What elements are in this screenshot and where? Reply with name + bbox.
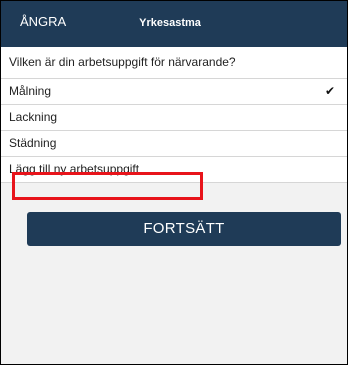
page-title: Yrkesastma (139, 17, 201, 29)
list-item-label: Lackning (9, 110, 58, 124)
continue-button[interactable]: FORTSÄTT (27, 212, 341, 246)
add-task-item[interactable]: Lägg till ny arbetsuppgift (1, 157, 347, 183)
list-item-lackning[interactable]: Lackning (1, 105, 347, 131)
app-frame: ÅNGRA Yrkesastma Vilken är din arbetsupp… (0, 0, 348, 365)
list-item-stadning[interactable]: Städning (1, 131, 347, 157)
question-text: Vilken är din arbetsuppgift för närvaran… (1, 47, 347, 79)
checkmark-icon: ✔ (324, 84, 335, 98)
list-item-malning[interactable]: Målning ✔ (1, 79, 347, 105)
task-list: Målning ✔ Lackning Städning Lägg till ny… (1, 79, 347, 183)
top-bar: ÅNGRA Yrkesastma (1, 1, 347, 47)
list-item-label: Målning (9, 84, 52, 98)
list-item-label: Städning (9, 136, 57, 150)
add-task-label: Lägg till ny arbetsuppgift (9, 162, 140, 176)
